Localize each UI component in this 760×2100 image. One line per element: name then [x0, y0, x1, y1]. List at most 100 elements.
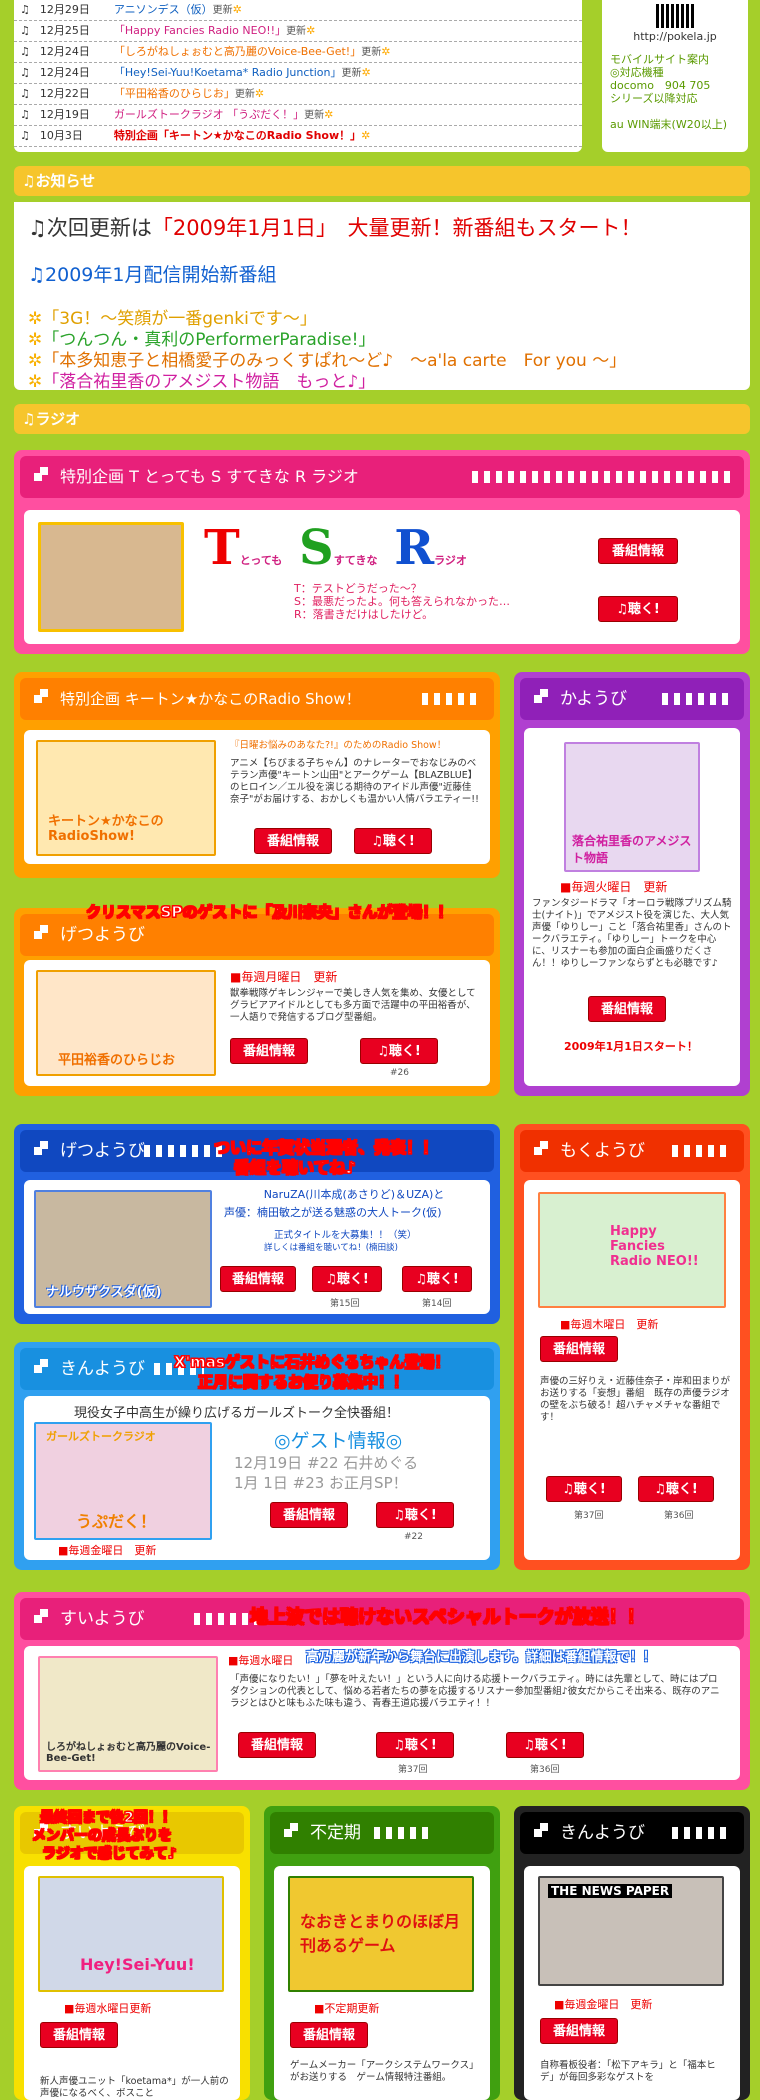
keaton-listen-button[interactable]: ♫聴く! [354, 828, 432, 854]
friday-schedule: ■毎週金曜日 更新 [58, 1544, 157, 1557]
wednesday-info-button[interactable]: 番組情報 [238, 1732, 316, 1758]
friday2-thumb[interactable]: THE NEWS PAPER [538, 1876, 724, 1986]
tsr-header: 特別企画 T とっても S すてきな R ラジオ [20, 456, 744, 498]
mobile-info-line: docomo 904 705 [610, 79, 711, 92]
tuesday-thumb[interactable]: 落合祐里香のアメジスト物語 [564, 742, 700, 872]
news-subhead: ♫2009年1月配信開始新番組 [28, 260, 736, 287]
monday2-info-button[interactable]: 番組情報 [220, 1266, 296, 1292]
keaton-info-button[interactable]: 番組情報 [254, 828, 332, 854]
news-item[interactable]: ✲「つんつん・真利のPerformerParadise!」 [28, 330, 736, 351]
irregular-schedule: ■不定期更新 [314, 2002, 380, 2015]
note-icon: ♫ [20, 66, 30, 79]
monday2-listen-button-2[interactable]: ♫聴く! [402, 1266, 472, 1292]
thursday-info-button[interactable]: 番組情報 [540, 1336, 618, 1362]
wednesday-listen-button-1[interactable]: ♫聴く! [376, 1732, 454, 1758]
keaton-thumb[interactable]: キートン★かなこのRadioShow! [36, 740, 216, 856]
monday-card: げつようび クリスマスSPのゲストに「及川奈央」さんが登場！！ 平田裕香のひらじ… [14, 903, 500, 1096]
monday2-listen-button-1[interactable]: ♫聴く! [312, 1266, 382, 1292]
irregular-info-button[interactable]: 番組情報 [290, 2022, 368, 2048]
wednesday-schedule: ■毎週水曜日 [228, 1654, 294, 1667]
mobile-info-line: シリーズ以降対応 [610, 92, 698, 105]
wednesday-card: すいようび 地上波では聴けないスペシャルトークが放送！！ しろがねしょぉむと高乃… [14, 1592, 750, 1790]
wednesday-listen-button-2[interactable]: ♫聴く! [506, 1732, 584, 1758]
friday-thumb[interactable]: ガールズトークラジオ うぷだく！ [34, 1422, 212, 1540]
update-title-link[interactable]: アニソンデス（仮） [114, 3, 213, 16]
thursday-listen-button-2[interactable]: ♫聴く! [638, 1476, 714, 1502]
monday2-thumb[interactable]: ナルウザクスダ(仮) [34, 1190, 212, 1308]
friday2-info-button[interactable]: 番組情報 [540, 2018, 618, 2044]
monday-announcement: クリスマスSPのゲストに「及川奈央」さんが登場！！ [85, 903, 453, 922]
update-title-link[interactable]: 「Happy Fancies Radio NEO!!」 [114, 24, 286, 37]
star-icon: ✲ [254, 87, 265, 100]
wednesday-ep-1: 第37回 [398, 1765, 428, 1775]
friday-title: 現役女子中高生が繰り広げるガールズトーク全快番組！ [74, 1406, 400, 1421]
monday2-card: げつようび ついに年賀状当選者、発表！！ 番組を聴いてね♪ ナルウザクスダ(仮)… [14, 1124, 500, 1324]
update-title-link[interactable]: 「Hey!Sei-Yuu!Koetama* Radio Junction」 [114, 66, 342, 79]
irregular-thumb[interactable]: なおきとまりのほぼ月刊あるゲーム [288, 1876, 474, 1992]
tuesday-body: 落合祐里香のアメジスト物語 ■毎週火曜日 更新 ファンタジードラマ「オーロラ戦隊… [524, 728, 740, 1086]
tsr-info-button[interactable]: 番組情報 [598, 538, 678, 564]
wednesday2-body: Hey!Sei-Yuu! ■毎週水曜日更新 番組情報 新人声優ユニット「koet… [24, 1866, 240, 2100]
update-tag: 更新 [361, 47, 382, 58]
friday-announcement-1: X'masゲストに石井めぐるちゃん登場！ [174, 1353, 451, 1372]
update-tag: 更新 [304, 110, 325, 121]
note-icon: ♫ [22, 172, 36, 190]
update-title-link[interactable]: 「平田裕香のひらじお」 [114, 87, 235, 100]
tuesday-card: かようび 落合祐里香のアメジスト物語 ■毎週火曜日 更新 ファンタジードラマ「オ… [514, 672, 750, 1096]
news-headline-post: 大量更新！新番組もスタート！ [326, 216, 642, 240]
thursday-desc: 声優の三好りえ・近藤佳奈子・岸和田まりがお送りする「妄想」番組 既存の声優ラジオ… [540, 1376, 731, 1423]
tuesday-thumb-label: 落合祐里香のアメジスト物語 [572, 834, 692, 865]
thursday-thumb-label: Happy Fancies Radio NEO!! [610, 1224, 699, 1269]
thursday-card: もくようび Happy Fancies Radio NEO!! ■毎週木曜日 更… [514, 1124, 750, 1570]
news-headline-pre: 次回更新は [46, 216, 152, 240]
friday2-header: きんようび [520, 1812, 744, 1854]
news-item[interactable]: ✲「落合祐里香のアメジスト物語 もっと♪」 [28, 372, 736, 393]
news-headline-date: 「2009年1月1日」 [151, 216, 327, 240]
thursday-thumb[interactable]: Happy Fancies Radio NEO!! [538, 1192, 726, 1308]
update-title-link[interactable]: ガールズトークラジオ 「うぷだく！」 [114, 108, 304, 121]
friday-listen-button[interactable]: ♫聴く! [376, 1502, 454, 1528]
friday-body: 現役女子中高生が繰り広げるガールズトーク全快番組！ ガールズトークラジオ うぷだ… [24, 1396, 490, 1560]
update-title-link[interactable]: 「しろがねしょぉむと高乃麗のVoice-Bee-Get!」 [114, 45, 361, 58]
monday2-announcement-2: 番組を聴いてね♪ [234, 1158, 357, 1178]
tsr-logo-t: T [204, 520, 240, 576]
news-bar: ♫お知らせ [14, 166, 750, 196]
thursday-ep-2: 第36回 [664, 1511, 694, 1521]
star-icon: ✲ [381, 45, 391, 58]
update-row: ♫ 12月24日 「しろがねしょぉむと高乃麗のVoice-Bee-Get!」更新✲ [14, 42, 582, 63]
wednesday2-info-button[interactable]: 番組情報 [40, 2022, 118, 2048]
update-row: ♫ 10月3日 特別企画「キートン★かなこのRadio Show！」✲ [14, 126, 582, 147]
wednesday-thumb[interactable]: しろがねしょぉむと高乃麗のVoice-Bee-Get! [38, 1656, 218, 1772]
monday-info-button[interactable]: 番組情報 [230, 1038, 308, 1064]
wednesday2-thumb[interactable]: Hey!Sei-Yuu! [38, 1876, 224, 1992]
update-list: ♫ 12月29日 アニソンデス（仮）更新✲ ♫ 12月25日 「Happy Fancies… [14, 0, 582, 152]
monday-thumb[interactable]: 平田裕香のひらじお [36, 970, 216, 1076]
note-icon: ♫ [20, 3, 30, 16]
news-item[interactable]: ✲「3G！～笑顔が一番genkiです～」 [28, 309, 736, 330]
monday2-note-2: 詳しくは番組を聴いてね！(楠田談) [264, 1243, 398, 1253]
monday-listen-button[interactable]: ♫聴く! [360, 1038, 438, 1064]
wednesday-announcement: 地上波では聴けないスペシャルトークが放送！！ [250, 1607, 646, 1628]
star-icon: ✲ [28, 309, 43, 329]
friday2-desc: 自称看板役者：「松下アキラ」と「福本ヒデ」が毎回多彩なゲストを [540, 2060, 716, 2083]
wednesday2-card: すいようび 最終回まで後2回！！ メンバーの成長ぶりを ラジオで感じてみて♪ H… [14, 1806, 250, 2100]
tuesday-info-button[interactable]: 番組情報 [588, 996, 666, 1022]
mobile-url[interactable]: http://pokela.jp [610, 30, 740, 43]
news-item-text: 「落合祐里香のアメジスト物語 もっと♪」 [42, 372, 376, 392]
tsr-listen-button[interactable]: ♫聴く! [598, 596, 678, 622]
update-tag: 更新 [234, 89, 255, 100]
monday2-body: ナルウザクスダ(仮) NaruZA(川本成(あさりど)＆UZA)と 声優：楠田敏… [24, 1180, 490, 1314]
tsr-line: T：テストどうだった～？ [294, 582, 422, 595]
tsr-thumb[interactable] [38, 522, 184, 632]
thursday-header-label: もくようび [560, 1141, 645, 1161]
monday2-announcement-1: ついに年賀状当選者、発表！！ [213, 1138, 439, 1158]
radio-bar: ♫ラジオ [14, 404, 750, 434]
friday-announcement-2: 正月に関するお便り募集中！！ [197, 1373, 409, 1392]
update-row: ♫ 12月29日 アニソンデス（仮）更新✲ [14, 0, 582, 21]
tsr-body: Tとっても Sすてきな Rラジオ T：テストどうだった～？ S：最悪だったよ。何も… [24, 510, 740, 644]
update-title-link[interactable]: 特別企画「キートン★かなこのRadio Show！」 [114, 129, 361, 142]
news-item[interactable]: ✲「本多知恵子と相橋愛子のみっくすぱれ～ど♪ ～a'la carte For y… [28, 351, 736, 372]
thursday-listen-button-1[interactable]: ♫聴く! [546, 1476, 622, 1502]
update-tag: 更新 [286, 26, 307, 37]
friday-info-button[interactable]: 番組情報 [270, 1502, 348, 1528]
